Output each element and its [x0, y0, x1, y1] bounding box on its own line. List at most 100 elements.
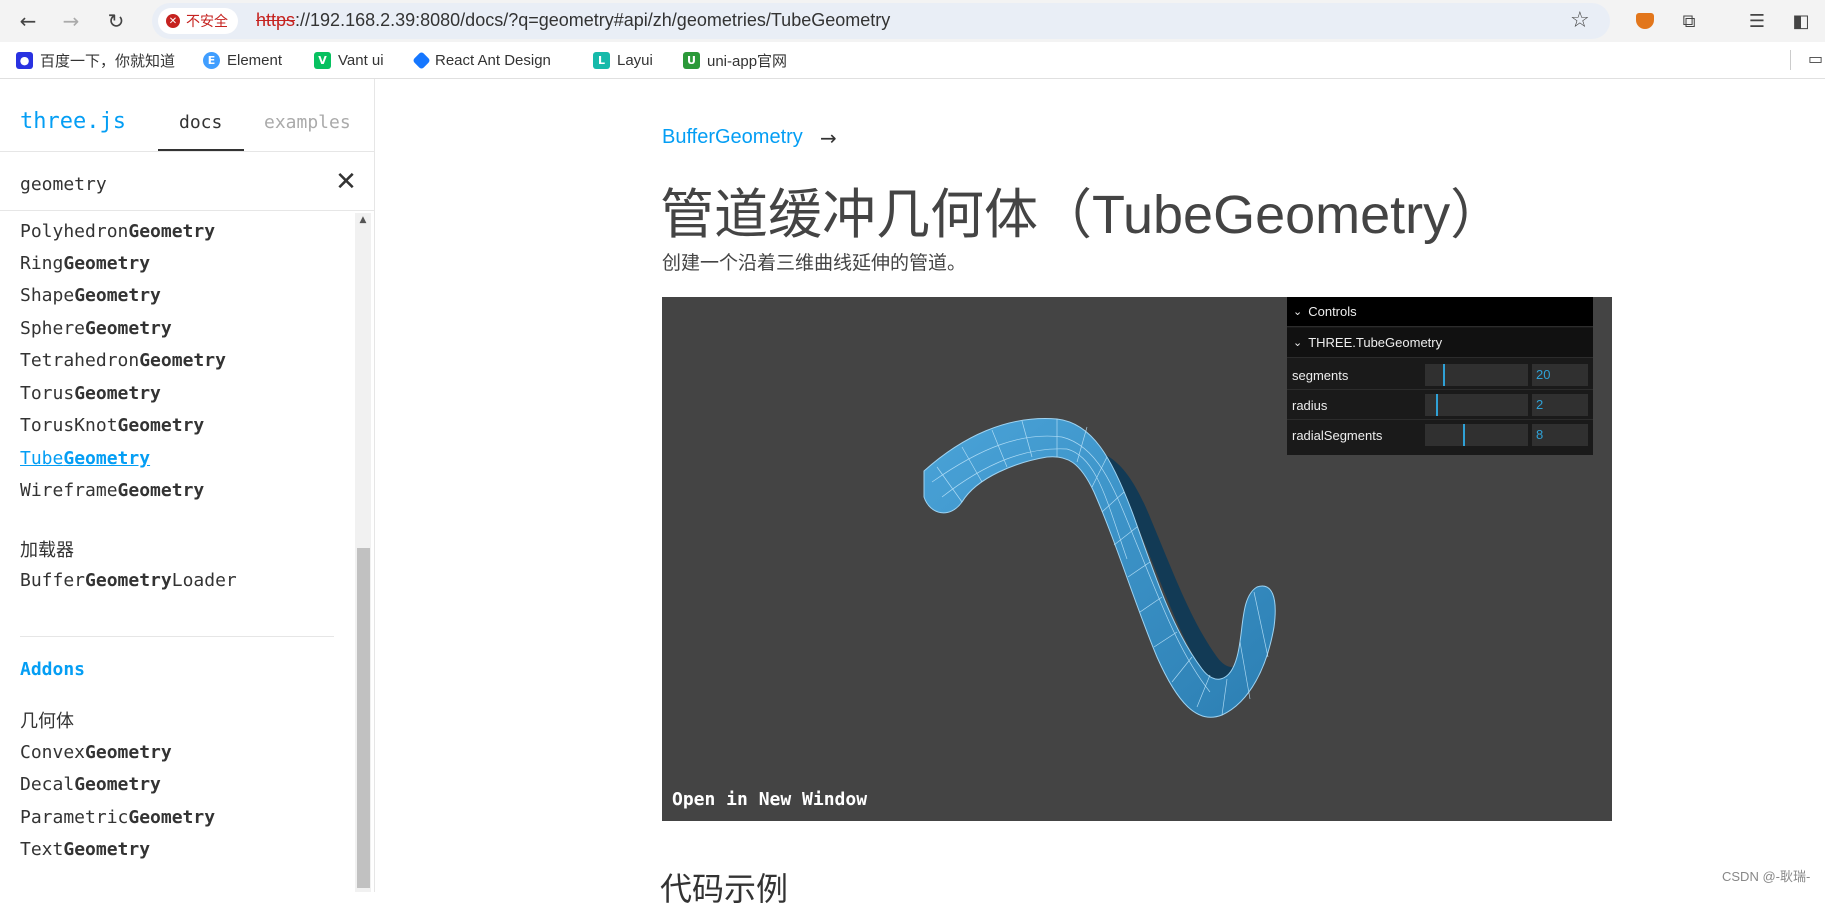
- nav-item-prefix: Shape: [20, 285, 75, 306]
- nav-item-convex-geometry[interactable]: ConvexGeometry: [20, 742, 172, 763]
- scroll-up-arrow-icon[interactable]: ▲: [356, 213, 370, 227]
- nav-item-prefix: Tetrahedron: [20, 350, 140, 371]
- bookmark-label: Vant ui: [338, 51, 384, 69]
- gui-folder-header[interactable]: ⌄ THREE.TubeGeometry: [1287, 328, 1593, 358]
- nav-item-match: Geometry: [63, 253, 151, 274]
- nav-item-torus-geometry[interactable]: TorusGeometry: [20, 383, 161, 404]
- nav-item-prefix: Polyhedron: [20, 221, 129, 242]
- radialsegments-slider[interactable]: [1425, 424, 1528, 446]
- nav-item-decal-geometry[interactable]: DecalGeometry: [20, 774, 161, 795]
- gui-label: segments: [1292, 368, 1349, 383]
- security-chip[interactable]: ✕ 不安全: [158, 8, 238, 34]
- bookmark-uniapp[interactable]: U uni-app官网: [683, 50, 787, 70]
- nav-item-prefix: Text: [20, 839, 64, 860]
- nav-item-match: Geometry: [85, 742, 172, 763]
- gui-root-header[interactable]: ⌄ Controls: [1287, 297, 1593, 327]
- nav-item-polyhedron-geometry[interactable]: PolyhedronGeometry: [20, 221, 215, 242]
- watermark: CSDN @-耿瑞-: [1722, 869, 1811, 884]
- chevron-down-icon: ⌄: [1293, 305, 1303, 318]
- nav-item-match: Geometry: [117, 480, 205, 501]
- gui-label: radialSegments: [1292, 428, 1383, 443]
- gui-folder-title: THREE.TubeGeometry: [1308, 335, 1443, 350]
- url-rest: ://192.168.2.39:8080/docs/?q=geometry#ap…: [295, 10, 891, 30]
- gui-label: radius: [1292, 398, 1328, 413]
- bookmark-label: 百度一下，你就知道: [40, 52, 176, 70]
- bookmark-label: uni-app官网: [707, 52, 788, 70]
- radius-number-input[interactable]: 2: [1532, 394, 1588, 416]
- slider-fill: [1442, 364, 1445, 386]
- back-arrow-icon[interactable]: ←: [14, 7, 42, 35]
- nav-item-prefix: Decal: [20, 774, 75, 795]
- parent-class-link[interactable]: BufferGeometry: [662, 126, 803, 149]
- search-input[interactable]: [20, 174, 320, 195]
- nav-item-prefix: Convex: [20, 742, 86, 763]
- nav-item-tube-geometry[interactable]: TubeGeometry: [20, 448, 150, 469]
- nav-item-match: Geometry: [85, 318, 172, 339]
- slider-fill: [1436, 394, 1439, 416]
- addons-geometries-heading: 几何体: [20, 711, 74, 732]
- nav-item-match: Geometry: [128, 807, 216, 828]
- segments-slider[interactable]: [1425, 364, 1528, 386]
- nav-item-prefix: Sphere: [20, 318, 86, 339]
- open-in-new-window-link[interactable]: Open in New Window: [672, 789, 867, 810]
- page-title: 管道缓冲几何体（TubeGeometry）: [660, 185, 1505, 245]
- reload-icon[interactable]: ↻: [102, 7, 130, 35]
- radius-slider[interactable]: [1425, 394, 1528, 416]
- nav-item-match: Geometry: [63, 448, 151, 469]
- forward-arrow-icon[interactable]: →: [57, 7, 85, 35]
- bookmark-layui[interactable]: L Layui: [593, 50, 653, 70]
- media-queue-icon[interactable]: ☰: [1744, 8, 1770, 34]
- nav-item-shape-geometry[interactable]: ShapeGeometry: [20, 285, 161, 306]
- gui-row-radius: radius 2: [1287, 390, 1593, 420]
- bookmark-element[interactable]: E Element: [203, 50, 282, 70]
- radialsegments-number-input[interactable]: 8: [1532, 424, 1588, 446]
- gui-controls-panel[interactable]: ⌄ Controls ⌄ THREE.TubeGeometry segments…: [1287, 297, 1593, 455]
- scrollbar-thumb[interactable]: [357, 548, 370, 888]
- close-icon[interactable]: ✕: [331, 167, 361, 197]
- brand-link[interactable]: three.js: [20, 109, 126, 134]
- loaders-heading: 加载器: [20, 540, 74, 561]
- url-text[interactable]: https://192.168.2.39:8080/docs/?q=geomet…: [256, 10, 890, 31]
- bookmarks-divider: [1790, 50, 1791, 70]
- gui-row-radialsegments: radialSegments 8: [1287, 420, 1593, 450]
- layui-icon: L: [593, 51, 610, 69]
- nav-item-ring-geometry[interactable]: RingGeometry: [20, 253, 150, 274]
- nav-item-torusknot-geometry[interactable]: TorusKnotGeometry: [20, 415, 204, 436]
- antd-icon: [412, 50, 431, 70]
- inheritance-arrow: →: [820, 126, 837, 150]
- nav-item-suffix: Loader: [171, 570, 237, 591]
- tab-examples[interactable]: examples: [264, 112, 351, 133]
- demo-viewport[interactable]: ⌄ Controls ⌄ THREE.TubeGeometry segments…: [662, 297, 1612, 821]
- fox-extension-icon[interactable]: [1632, 8, 1658, 34]
- segments-number-input[interactable]: 20: [1532, 364, 1588, 386]
- bookmark-label: Element: [227, 51, 283, 69]
- bookmark-antd[interactable]: React Ant Design: [412, 50, 551, 70]
- nav-item-wireframe-geometry[interactable]: WireframeGeometry: [20, 480, 204, 501]
- nav-item-match: Geometry: [128, 221, 216, 242]
- nav-item-prefix: TorusKnot: [20, 415, 118, 436]
- bookmark-label: React Ant Design: [435, 51, 551, 69]
- bookmark-vant[interactable]: V Vant ui: [314, 50, 384, 70]
- nav-item-buffergeometryloader[interactable]: BufferGeometryLoader: [20, 570, 237, 591]
- browser-toolbar: ← → ↻ ✕ 不安全 https://192.168.2.39:8080/do…: [0, 0, 1825, 42]
- nav-item-prefix: Buffer: [20, 570, 86, 591]
- url-scheme: https: [256, 10, 296, 30]
- chevron-down-icon: ⌄: [1293, 336, 1303, 349]
- nav-item-parametric-geometry[interactable]: ParametricGeometry: [20, 807, 215, 828]
- nav-item-tetrahedron-geometry[interactable]: TetrahedronGeometry: [20, 350, 226, 371]
- extensions-puzzle-icon[interactable]: ⧉: [1676, 8, 1702, 34]
- gui-row-segments: segments 20: [1287, 360, 1593, 390]
- slider-fill: [1463, 424, 1466, 446]
- bookmark-baidu[interactable]: ● 百度一下，你就知道: [16, 50, 175, 70]
- bookmark-star-icon[interactable]: ☆: [1570, 8, 1590, 33]
- folder-icon[interactable]: ▭: [1808, 49, 1823, 68]
- side-panel-icon[interactable]: ◧: [1788, 8, 1814, 34]
- nav-item-sphere-geometry[interactable]: SphereGeometry: [20, 318, 172, 339]
- nav-item-text-geometry[interactable]: TextGeometry: [20, 839, 150, 860]
- vant-icon: V: [314, 51, 331, 69]
- tab-docs[interactable]: docs: [179, 112, 222, 133]
- nav-item-match: Geometry: [74, 285, 161, 306]
- docs-sidebar: three.js docs examples ✕ PolyhedronGeome…: [0, 79, 375, 892]
- addons-heading[interactable]: Addons: [20, 659, 85, 680]
- nav-item-match: Geometry: [139, 350, 226, 371]
